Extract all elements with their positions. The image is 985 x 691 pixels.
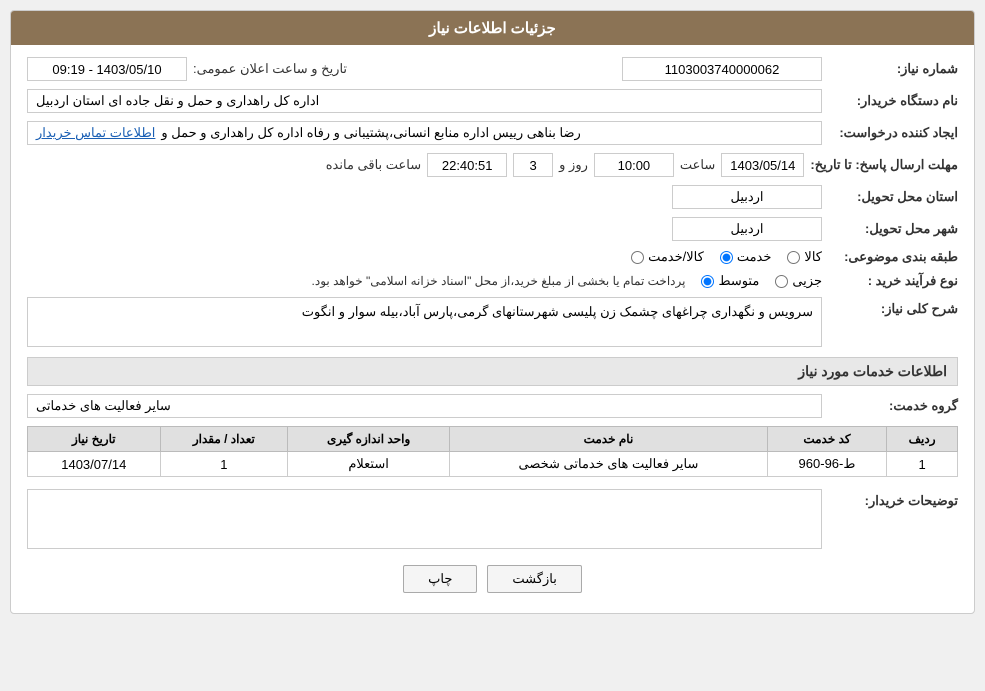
cell-unit: استعلام [288,452,450,477]
deadline-days: 3 [513,153,553,177]
niaz-number-value: 1103003740000062 [622,57,822,81]
description-value: سرویس و نگهداری چراغهای چشمک زن پلیسی شه… [27,297,822,347]
card-header: جزئیات اطلاعات نیاز [11,11,974,45]
page-wrapper: جزئیات اطلاعات نیاز شماره نیاز: 11030037… [0,0,985,691]
creator-value-box: رضا بناهی رییس اداره منابع انسانی،پشتیبا… [27,121,822,145]
buyer-org-value: اداره کل راهداری و حمل و نقل جاده ای است… [27,89,822,113]
card-body: شماره نیاز: 1103003740000062 تاریخ و ساع… [11,45,974,613]
purchase-note: پرداخت تمام یا بخشی از مبلغ خرید،از محل … [312,274,686,288]
col-code: کد خدمت [767,427,886,452]
kala-khedmat-label: کالا/خدمت [648,249,704,265]
creator-label: ایجاد کننده درخواست: [828,125,958,141]
category-options: کالا خدمت کالا/خدمت [631,249,822,265]
col-name: نام خدمت [450,427,768,452]
creator-value: رضا بناهی رییس اداره منابع انسانی،پشتیبا… [161,125,580,141]
kala-label: کالا [804,249,822,265]
purchase-type-options: جزیی متوسط [701,273,822,289]
table-row: 1 ط-96-960 سایر فعالیت های خدماتی شخصی ا… [28,452,958,477]
cell-date: 1403/07/14 [28,452,161,477]
buyer-desc-textarea[interactable] [27,489,822,549]
service-group-value: سایر فعالیت های خدماتی [27,394,822,418]
khedmat-label: خدمت [737,249,772,265]
buyer-org-label: نام دستگاه خریدار: [828,93,958,109]
back-button[interactable]: بازگشت [487,565,581,593]
deadline-days-label: روز و [559,157,588,173]
city-row: شهر محل تحویل: اردبیل [27,217,958,241]
purchase-type-row: نوع فرآیند خرید : جزیی متوسط پرداخت تمام… [27,273,958,289]
province-row: استان محل تحویل: اردبیل [27,185,958,209]
button-row: بازگشت چاپ [27,565,958,593]
service-group-label: گروه خدمت: [828,398,958,414]
kala-radio[interactable] [787,251,800,264]
niaz-number-row: شماره نیاز: 1103003740000062 تاریخ و ساع… [27,57,958,81]
city-value: اردبیل [672,217,822,241]
city-label: شهر محل تحویل: [828,221,958,237]
category-label: طبقه بندی موضوعی: [828,249,958,265]
cell-qty: 1 [160,452,288,477]
cell-row: 1 [887,452,958,477]
service-group-row: گروه خدمت: سایر فعالیت های خدماتی [27,394,958,418]
purchase-jozi: جزیی [775,273,822,289]
niaz-number-label: شماره نیاز: [828,61,958,77]
services-table: ردیف کد خدمت نام خدمت واحد اندازه گیری ت… [27,426,958,477]
deadline-date: 1403/05/14 [721,153,804,177]
deadline-remaining-label: ساعت باقی مانده [326,157,421,173]
deadline-remaining: 22:40:51 [427,153,507,177]
description-row: شرح کلی نیاز: سرویس و نگهداری چراغهای چش… [27,297,958,347]
main-card: جزئیات اطلاعات نیاز شماره نیاز: 11030037… [10,10,975,614]
buyer-desc-row: توضیحات خریدار: [27,489,958,549]
deadline-row: مهلت ارسال پاسخ: تا تاریخ: 1403/05/14 سا… [27,153,958,177]
date-range-value: 1403/05/10 - 09:19 [27,57,187,81]
date-range-label: تاریخ و ساعت اعلان عمومی: [193,61,347,77]
col-qty: تعداد / مقدار [160,427,288,452]
jozi-label: جزیی [792,273,822,289]
category-kala-khedmat: کالا/خدمت [631,249,704,265]
description-label: شرح کلی نیاز: [828,297,958,317]
province-label: استان محل تحویل: [828,189,958,205]
creator-link[interactable]: اطلاعات تماس خریدار [36,125,155,141]
khedmat-radio[interactable] [720,251,733,264]
cell-code: ط-96-960 [767,452,886,477]
col-unit: واحد اندازه گیری [288,427,450,452]
col-row: ردیف [887,427,958,452]
buyer-desc-label: توضیحات خریدار: [828,489,958,509]
cell-name: سایر فعالیت های خدماتی شخصی [450,452,768,477]
kala-khedmat-radio[interactable] [631,251,644,264]
jozi-radio[interactable] [775,275,788,288]
category-kala: کالا [787,249,822,265]
category-row: طبقه بندی موضوعی: کالا خدمت کالا/خدمت [27,249,958,265]
deadline-label: مهلت ارسال پاسخ: تا تاریخ: [810,157,958,173]
purchase-motavasset: متوسط [701,273,759,289]
motavasset-radio[interactable] [701,275,714,288]
page-title: جزئیات اطلاعات نیاز [429,20,556,37]
services-section-header: اطلاعات خدمات مورد نیاز [27,357,958,386]
province-value: اردبیل [672,185,822,209]
deadline-time: 10:00 [594,153,674,177]
buyer-org-row: نام دستگاه خریدار: اداره کل راهداری و حم… [27,89,958,113]
print-button[interactable]: چاپ [403,565,477,593]
deadline-time-label: ساعت [680,157,715,173]
purchase-type-label: نوع فرآیند خرید : [828,273,958,289]
motavasset-label: متوسط [718,273,759,289]
col-date: تاریخ نیاز [28,427,161,452]
creator-row: ایجاد کننده درخواست: رضا بناهی رییس ادار… [27,121,958,145]
category-khedmat: خدمت [720,249,772,265]
